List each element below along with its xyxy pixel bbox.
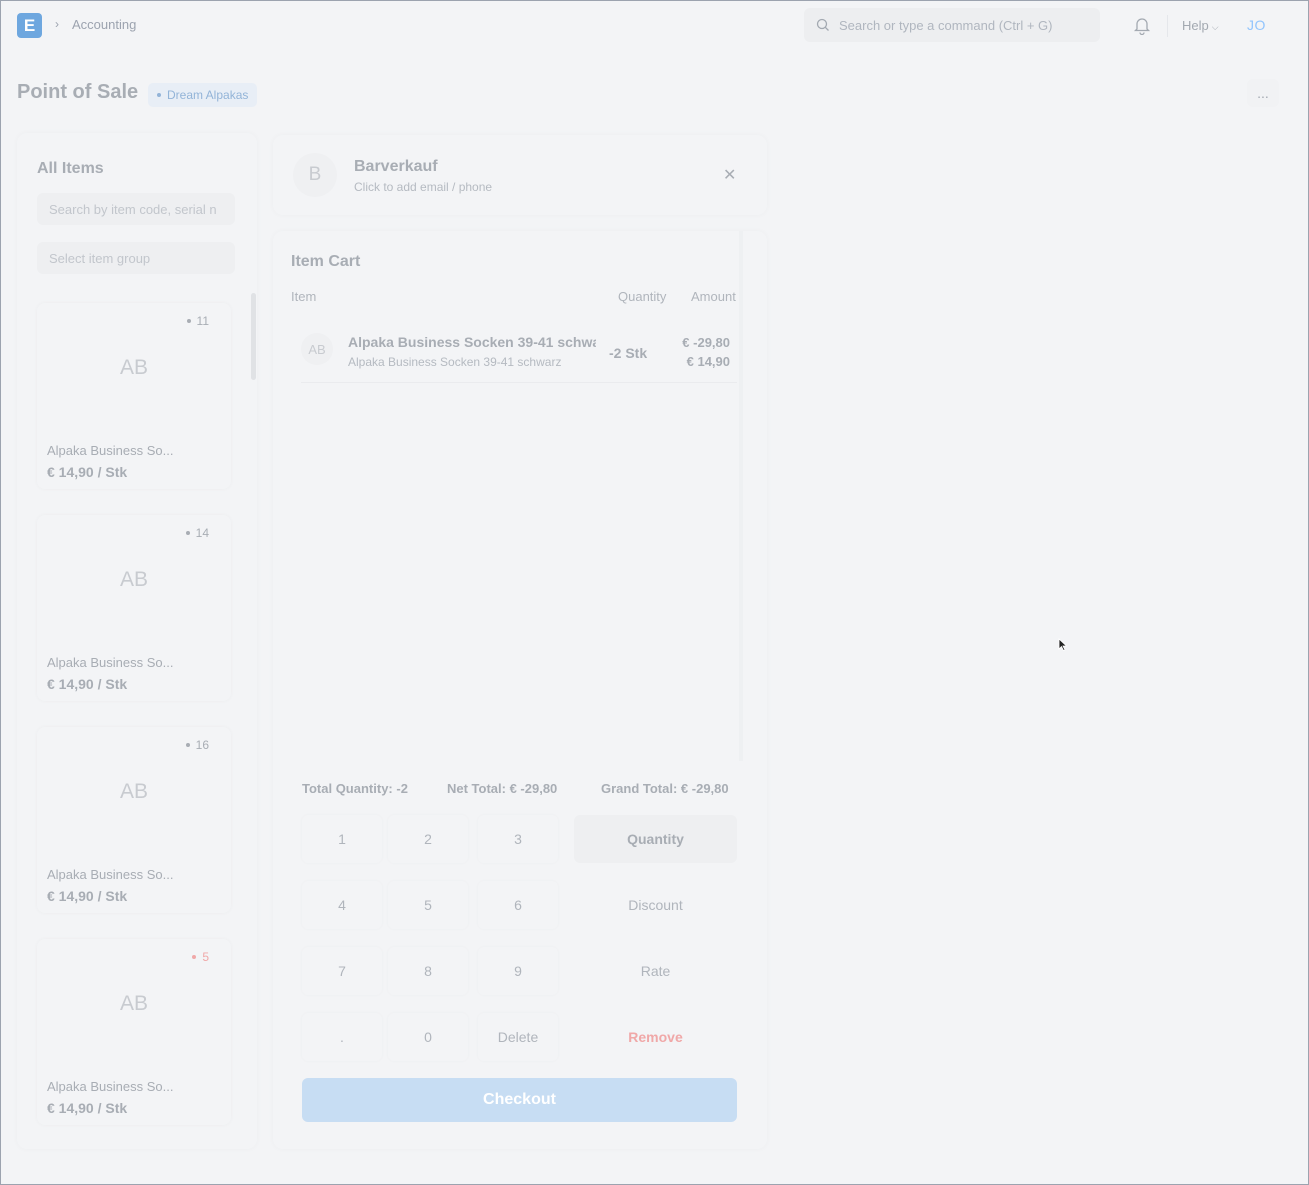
breadcrumb-accounting[interactable]: Accounting (72, 17, 136, 32)
user-avatar[interactable]: JO (1247, 17, 1266, 33)
item-card[interactable]: AB 16 Alpaka Business So... € 14,90 / St… (37, 727, 231, 913)
cart-item-avatar: AB (301, 333, 333, 365)
navbar: E › Accounting Search or type a command … (1, 1, 1309, 49)
cart-item-row[interactable]: AB Alpaka Business Socken 39-41 schwarz … (301, 321, 737, 383)
stock-qty: 5 (202, 950, 209, 964)
item-search-input[interactable]: Search by item code, serial n (37, 193, 235, 225)
stock-indicator: 11 (186, 314, 209, 328)
numpad-key-2[interactable]: 2 (388, 815, 468, 863)
company-badge: Dream Alpakas (148, 83, 258, 107)
numpad-key-1[interactable]: 1 (302, 815, 382, 863)
item-card[interactable]: AB 14 Alpaka Business So... € 14,90 / St… (37, 515, 231, 701)
numpad-key-5[interactable]: 5 (388, 881, 468, 929)
item-name: Alpaka Business So... (47, 655, 174, 670)
chevron-right-icon: › (55, 17, 59, 31)
column-header-quantity: Quantity (618, 289, 667, 304)
help-label: Help (1182, 18, 1209, 33)
total-quantity: Total Quantity: -2 (302, 781, 408, 796)
badge-dot (157, 93, 161, 97)
stock-dot (192, 955, 197, 959)
page-menu-button[interactable]: ... (1247, 79, 1279, 107)
item-name: Alpaka Business So... (47, 443, 174, 458)
numpad-key-9[interactable]: 9 (478, 947, 558, 995)
company-name: Dream Alpakas (167, 88, 249, 102)
stock-indicator: 14 (185, 526, 209, 540)
customer-panel[interactable]: B Barverkauf Click to add email / phone … (273, 135, 767, 215)
stock-indicator: 16 (185, 738, 209, 752)
chevron-down-icon: ⌵ (1211, 22, 1219, 32)
cart-panel: Item Cart Item Quantity Amount AB Alpaka… (273, 231, 767, 1149)
stock-dot (185, 531, 190, 535)
item-price: € 14,90 / Stk (47, 464, 128, 480)
cart-item-amount: € -29,80 (682, 335, 730, 350)
mode-rate-button[interactable]: Rate (574, 947, 737, 995)
column-header-item: Item (291, 289, 317, 304)
items-title: All Items (37, 160, 104, 177)
customer-contact-prompt[interactable]: Click to add email / phone (354, 180, 492, 194)
mode-quantity-button[interactable]: Quantity (574, 815, 737, 863)
cart-item-rate: € 14,90 (686, 354, 730, 369)
stock-dot (185, 743, 190, 747)
cart-item-description: Alpaka Business Socken 39-41 schwarz (348, 355, 562, 369)
numpad-key-6[interactable]: 6 (478, 881, 558, 929)
awesomebar-search[interactable]: Search or type a command (Ctrl + G) (804, 8, 1100, 42)
numpad-delete-button[interactable]: Delete (478, 1013, 558, 1061)
stock-qty: 11 (196, 314, 209, 328)
net-total: Net Total: € -29,80 (447, 781, 558, 796)
navbar-divider (1167, 15, 1168, 37)
page-title: Point of Sale (17, 81, 139, 103)
mouse-cursor-icon (1058, 638, 1068, 652)
bell-icon[interactable] (1133, 16, 1151, 35)
customer-name: Barverkauf (354, 158, 438, 175)
item-card[interactable]: AB 5 Alpaka Business So... € 14,90 / Stk (37, 939, 231, 1125)
item-name: Alpaka Business So... (47, 1079, 174, 1094)
item-name: Alpaka Business So... (47, 867, 174, 882)
items-scrollbar[interactable] (251, 293, 256, 380)
cart-scrollbar[interactable] (739, 231, 743, 761)
cart-item-quantity: -2 Stk (609, 345, 648, 361)
stock-indicator: 5 (192, 950, 209, 964)
item-card[interactable]: AB 11 Alpaka Business So... € 14,90 / St… (37, 303, 231, 489)
search-placeholder: Search or type a command (Ctrl + G) (839, 17, 1053, 33)
stock-qty: 16 (195, 738, 209, 752)
app-logo[interactable]: E (17, 13, 42, 38)
cart-title: Item Cart (291, 253, 361, 270)
help-dropdown[interactable]: Help ⌵ (1182, 18, 1219, 33)
mode-discount-button[interactable]: Discount (574, 881, 737, 929)
stock-qty: 14 (195, 526, 209, 540)
item-price: € 14,90 / Stk (47, 676, 128, 692)
item-price: € 14,90 / Stk (47, 1100, 128, 1116)
search-icon (816, 18, 829, 31)
numpad-key-7[interactable]: 7 (302, 947, 382, 995)
customer-avatar: B (293, 153, 337, 197)
grand-total: Grand Total: € -29,80 (601, 781, 729, 796)
numpad-key-decimal[interactable]: . (302, 1013, 382, 1061)
remove-item-button[interactable]: Remove (574, 1013, 737, 1061)
cart-item-name: Alpaka Business Socken 39-41 schwarz (348, 334, 596, 350)
numpad-key-4[interactable]: 4 (302, 881, 382, 929)
item-group-select[interactable]: Select item group (37, 242, 235, 274)
item-price: € 14,90 / Stk (47, 888, 128, 904)
numpad-key-3[interactable]: 3 (478, 815, 558, 863)
close-icon[interactable]: ✕ (723, 165, 736, 185)
checkout-button[interactable]: Checkout (302, 1078, 737, 1122)
stock-dot (186, 319, 191, 323)
column-header-amount: Amount (691, 289, 736, 304)
numpad-key-0[interactable]: 0 (388, 1013, 468, 1061)
numpad-key-8[interactable]: 8 (388, 947, 468, 995)
items-panel: All Items Search by item code, serial n … (17, 133, 257, 1149)
